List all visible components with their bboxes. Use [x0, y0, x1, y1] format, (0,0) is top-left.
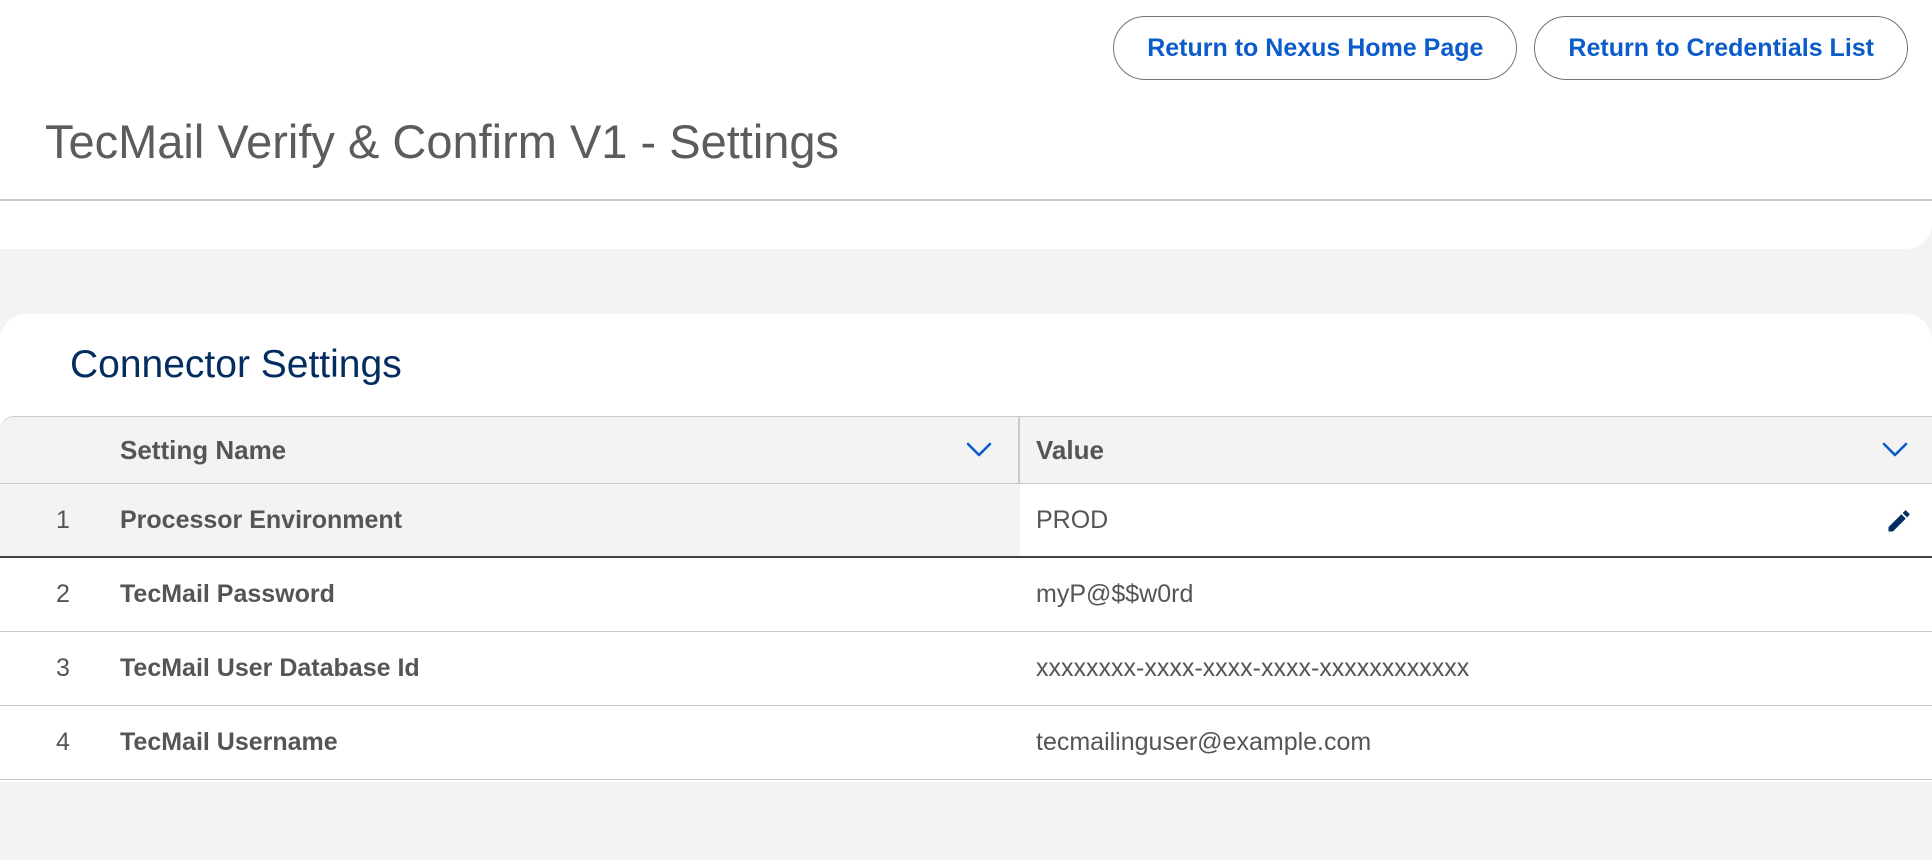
table-header: Setting Name Value: [0, 416, 1932, 484]
page-header: Return to Nexus Home Page Return to Cred…: [0, 0, 1932, 249]
setting-value-cell[interactable]: myP@$$w0rd: [1036, 558, 1193, 630]
page-footer-area: [0, 782, 1932, 860]
return-home-button[interactable]: Return to Nexus Home Page: [1113, 16, 1518, 80]
table-row[interactable]: 3 TecMail User Database Id xxxxxxxx-xxxx…: [0, 632, 1932, 706]
column-divider[interactable]: [1018, 417, 1020, 483]
section-title: Connector Settings: [70, 343, 402, 386]
table-row[interactable]: 2 TecMail Password myP@$$w0rd: [0, 558, 1932, 632]
pencil-icon[interactable]: [1884, 506, 1914, 536]
row-number: 2: [56, 579, 70, 608]
chevron-down-icon[interactable]: [1878, 433, 1912, 467]
header-actions: Return to Nexus Home Page Return to Cred…: [1113, 16, 1908, 80]
column-header-label: Setting Name: [120, 434, 287, 465]
setting-name-cell: TecMail Username: [120, 727, 338, 756]
setting-value-cell[interactable]: tecmailinguser@example.com: [1036, 706, 1371, 778]
chevron-down-icon[interactable]: [962, 433, 996, 467]
settings-table: Setting Name Value 1 Processor Environme…: [0, 416, 1932, 780]
page-title: TecMail Verify & Confirm V1 - Settings: [45, 115, 840, 168]
column-header-label: Value: [1036, 434, 1104, 465]
table-row[interactable]: 1 Processor Environment PROD: [0, 484, 1932, 558]
connector-settings-card: Connector Settings Setting Name Value 1 …: [0, 314, 1932, 860]
return-credentials-button[interactable]: Return to Credentials List: [1534, 16, 1908, 80]
setting-value-cell[interactable]: xxxxxxxx-xxxx-xxxx-xxxx-xxxxxxxxxxxx: [1036, 632, 1469, 704]
table-row[interactable]: 4 TecMail Username tecmailinguser@exampl…: [0, 706, 1932, 780]
setting-name-cell: TecMail User Database Id: [120, 653, 420, 682]
row-number: 1: [56, 505, 70, 534]
row-number: 3: [56, 653, 70, 682]
setting-name-cell: TecMail Password: [120, 579, 335, 608]
setting-value-cell[interactable]: PROD: [1036, 484, 1108, 556]
header-divider: [0, 199, 1932, 201]
row-number: 4: [56, 727, 70, 756]
setting-name-cell: Processor Environment: [120, 505, 403, 534]
column-header-setting-name[interactable]: Setting Name: [120, 417, 1020, 483]
column-header-value[interactable]: Value: [1036, 417, 1916, 483]
